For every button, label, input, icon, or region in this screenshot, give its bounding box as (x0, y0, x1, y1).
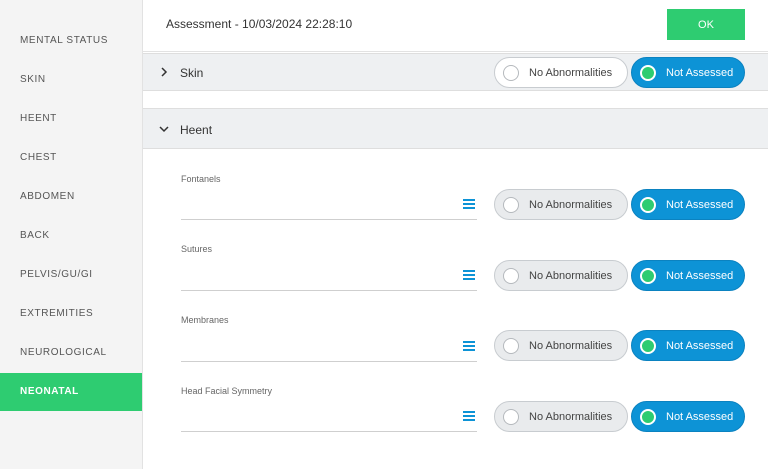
not-assessed-toggle[interactable]: Not Assessed (631, 189, 745, 220)
radio-unselected-icon (503, 268, 519, 284)
not-assessed-label: Not Assessed (666, 340, 734, 352)
list-menu-icon[interactable] (463, 411, 475, 421)
radio-unselected-icon (503, 65, 519, 81)
no-abnormalities-label: No Abnormalities (529, 270, 613, 282)
field-label-head-facial-symmetry: Head Facial Symmetry (181, 386, 273, 396)
not-assessed-toggle[interactable]: Not Assessed (631, 57, 745, 88)
not-assessed-toggle[interactable]: Not Assessed (631, 330, 745, 361)
header: Assessment - 10/03/2024 22:28:10 OK (143, 0, 768, 52)
sidebar-item-skin[interactable]: SKIN (0, 61, 142, 99)
sidebar: MENTAL STATUS SKIN HEENT CHEST ABDOMEN B… (0, 0, 143, 469)
sidebar-item-extremities[interactable]: EXTREMITIES (0, 295, 142, 333)
chevron-right-icon (161, 67, 168, 77)
radio-selected-icon (640, 409, 656, 425)
list-menu-icon[interactable] (463, 199, 475, 209)
no-abnormalities-label: No Abnormalities (529, 340, 613, 352)
not-assessed-toggle[interactable]: Not Assessed (631, 260, 745, 291)
sidebar-item-mental-status[interactable]: MENTAL STATUS (0, 22, 142, 60)
list-menu-icon[interactable] (463, 270, 475, 280)
radio-selected-icon (640, 268, 656, 284)
radio-selected-icon (640, 197, 656, 213)
not-assessed-label: Not Assessed (666, 411, 734, 423)
field-input-fontanels[interactable] (181, 219, 477, 220)
no-abnormalities-toggle[interactable]: No Abnormalities (494, 189, 628, 220)
ok-button[interactable]: OK (667, 9, 745, 40)
radio-unselected-icon (503, 197, 519, 213)
no-abnormalities-toggle[interactable]: No Abnormalities (494, 401, 628, 432)
not-assessed-label: Not Assessed (666, 199, 734, 211)
page-title: Assessment - 10/03/2024 22:28:10 (166, 17, 353, 31)
radio-selected-icon (640, 65, 656, 81)
sidebar-item-pelvis-gu-gi[interactable]: PELVIS/GU/GI (0, 256, 142, 294)
field-input-membranes[interactable] (181, 361, 477, 362)
no-abnormalities-toggle[interactable]: No Abnormalities (494, 330, 628, 361)
section-title: Heent (180, 123, 213, 137)
not-assessed-label: Not Assessed (666, 270, 734, 282)
radio-selected-icon (640, 338, 656, 354)
sidebar-item-heent[interactable]: HEENT (0, 100, 142, 138)
no-abnormalities-toggle[interactable]: No Abnormalities (494, 260, 628, 291)
radio-unselected-icon (503, 409, 519, 425)
no-abnormalities-toggle[interactable]: No Abnormalities (494, 57, 628, 88)
field-input-head-facial-symmetry[interactable] (181, 431, 477, 432)
no-abnormalities-label: No Abnormalities (529, 199, 613, 211)
field-label-fontanels: Fontanels (181, 174, 221, 184)
section-heent-header[interactable]: Heent (143, 108, 768, 149)
sidebar-item-back[interactable]: BACK (0, 217, 142, 255)
chevron-down-icon (159, 126, 169, 133)
section-title: Skin (180, 66, 204, 80)
sidebar-item-abdomen[interactable]: ABDOMEN (0, 178, 142, 216)
radio-unselected-icon (503, 338, 519, 354)
not-assessed-label: Not Assessed (666, 67, 734, 79)
no-abnormalities-label: No Abnormalities (529, 67, 613, 79)
not-assessed-toggle[interactable]: Not Assessed (631, 401, 745, 432)
sidebar-item-neurological[interactable]: NEUROLOGICAL (0, 334, 142, 372)
field-label-sutures: Sutures (181, 244, 213, 254)
field-label-membranes: Membranes (181, 315, 229, 325)
sidebar-item-chest[interactable]: CHEST (0, 139, 142, 177)
sidebar-item-neonatal[interactable]: NEONATAL (0, 373, 142, 411)
field-input-sutures[interactable] (181, 290, 477, 291)
no-abnormalities-label: No Abnormalities (529, 411, 613, 423)
list-menu-icon[interactable] (463, 341, 475, 351)
